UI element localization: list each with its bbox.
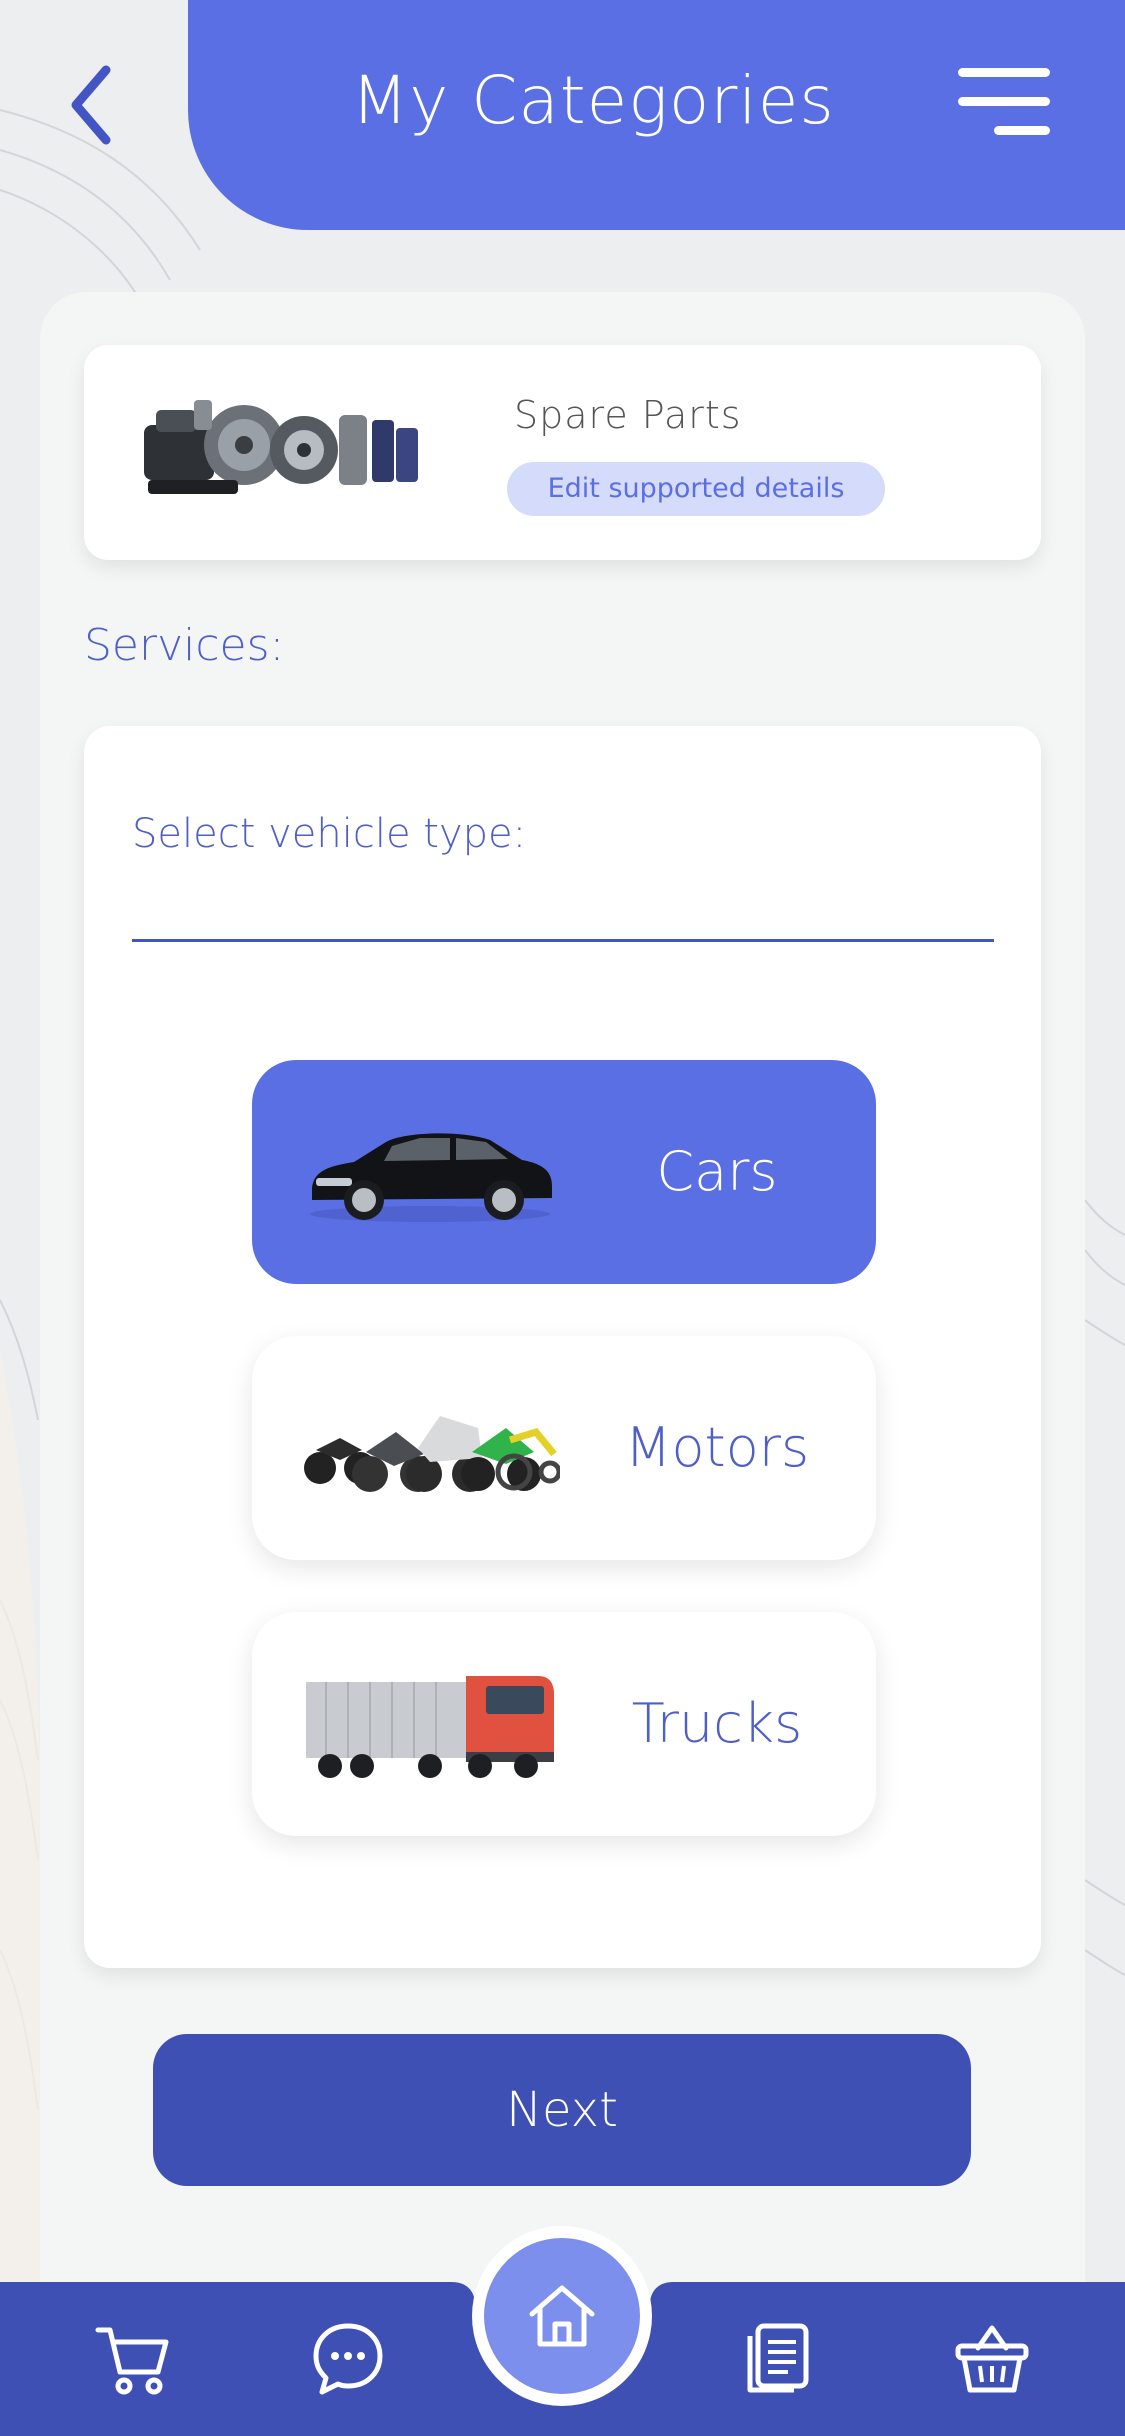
vehicle-option-cars[interactable]: Cars — [252, 1060, 876, 1284]
vehicle-option-motors[interactable]: Motors — [252, 1336, 876, 1560]
basket-button[interactable] — [952, 2318, 1032, 2398]
edit-supported-details-button[interactable]: Edit supported details — [507, 462, 885, 516]
cart-button[interactable] — [92, 2318, 172, 2398]
document-icon — [747, 2323, 809, 2393]
vehicle-type-underline — [132, 939, 994, 942]
cart-icon — [95, 2327, 169, 2395]
back-button[interactable] — [62, 60, 132, 150]
motorcycles-image — [304, 1416, 560, 1492]
services-card: Select vehicle type: Cars Motors Trucks — [84, 726, 1041, 1968]
vehicle-option-label: Trucks — [631, 1692, 803, 1755]
home-icon — [529, 2285, 595, 2347]
truck-image — [306, 1676, 554, 1778]
vehicle-option-label: Cars — [656, 1140, 778, 1203]
menu-icon — [958, 68, 1050, 77]
spare-parts-image — [144, 400, 418, 494]
chevron-left-icon — [71, 65, 111, 145]
home-button[interactable] — [484, 2238, 640, 2394]
category-name: Spare Parts — [514, 393, 742, 437]
chat-icon — [313, 2323, 383, 2395]
chat-button[interactable] — [308, 2318, 388, 2398]
category-card: Spare Parts Edit supported details — [84, 345, 1041, 560]
orders-button[interactable] — [738, 2318, 818, 2398]
basket-icon — [955, 2325, 1029, 2393]
vehicle-option-label: Motors — [624, 1416, 810, 1479]
car-image — [310, 1133, 552, 1222]
menu-button[interactable] — [950, 62, 1050, 142]
vehicle-option-trucks[interactable]: Trucks — [252, 1612, 876, 1836]
page-title: My Categories — [351, 62, 835, 139]
next-button[interactable]: Next — [153, 2034, 971, 2186]
vehicle-type-label: Select vehicle type: — [132, 811, 527, 857]
services-label: Services: — [84, 620, 285, 671]
